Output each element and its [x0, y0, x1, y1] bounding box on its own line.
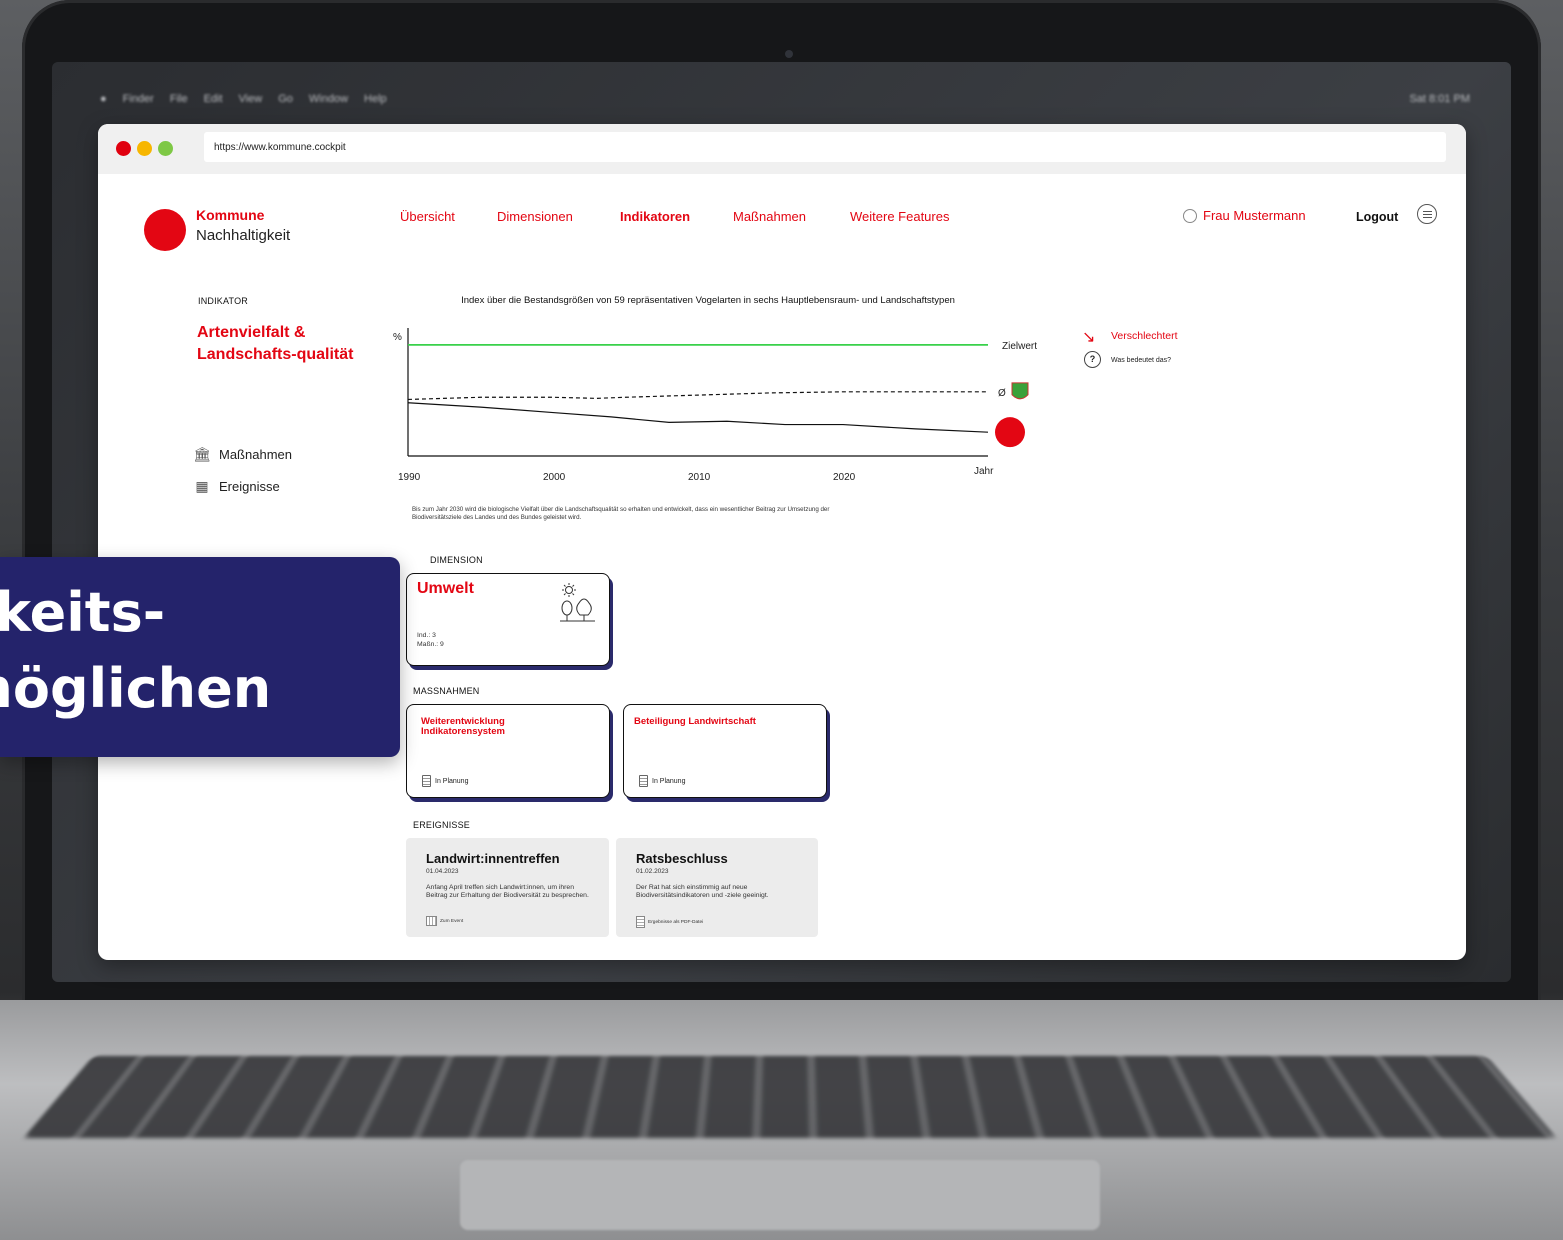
indicator-section-label: INDIKATOR: [198, 296, 248, 306]
x-tick-label: 1990: [398, 472, 421, 483]
event-link[interactable]: Zum Event: [426, 916, 463, 926]
indicator-description: Bis zum Jahr 2030 wird die biologische V…: [412, 506, 830, 521]
event-title: Landwirt:innentreffen: [426, 851, 560, 866]
clipboard-icon: [639, 775, 648, 787]
x-tick-label: 2010: [688, 472, 711, 483]
os-menu-item[interactable]: File: [170, 93, 188, 105]
os-menu-item[interactable]: Edit: [204, 93, 223, 105]
trend-down-arrow-icon: ↘: [1082, 329, 1096, 346]
institution-icon: 🏛: [193, 446, 211, 462]
event-link-label: Ergebnisse als PDF-Datei: [648, 919, 704, 925]
banner-line-2: rmöglichen: [0, 657, 272, 720]
x-axis-label: Jahr: [974, 466, 994, 477]
event-link-label: Zum Event: [440, 918, 464, 924]
help-icon[interactable]: ?: [1084, 351, 1101, 368]
dimension-measure-count: Maßn.: 9: [417, 641, 444, 648]
measure-card[interactable]: Beteiligung Landwirtschaft In Planung: [623, 704, 827, 798]
sidebar-link-massnahmen[interactable]: 🏛 Maßnahmen: [193, 446, 292, 462]
series-label-zielwert: Zielwert: [1002, 341, 1037, 352]
measure-status: In Planung: [422, 775, 468, 787]
event-card[interactable]: Ratsbeschluss 01.02.2023 Der Rat hat sic…: [616, 838, 818, 937]
event-date: 01.02.2023: [636, 868, 669, 875]
nav-weitere-features[interactable]: Weitere Features: [850, 209, 949, 224]
y-axis-label: %: [393, 332, 402, 343]
calendar-icon: ▦: [195, 478, 209, 494]
event-card[interactable]: Landwirt:innentreffen 01.04.2023 Anfang …: [406, 838, 609, 937]
trackpad: [460, 1160, 1100, 1230]
event-date: 01.04.2023: [426, 868, 459, 875]
user-icon: [1183, 208, 1197, 223]
os-menubar: ● Finder File Edit View Go Window Help S…: [100, 88, 1470, 110]
logo-icon[interactable]: [144, 209, 186, 251]
user-name: Frau Mustermann: [1203, 208, 1306, 223]
banner-line-1: igkeits-: [0, 581, 166, 644]
os-menu-item[interactable]: Help: [364, 93, 387, 105]
clipboard-icon: [422, 775, 431, 787]
x-tick-label: 2000: [543, 472, 566, 483]
os-menu-item[interactable]: View: [239, 93, 263, 105]
indicator-title: Artenvielfalt & Landschafts-qualität: [197, 324, 354, 363]
measure-status: In Planung: [639, 775, 685, 787]
measure-card[interactable]: Weiterentwicklung Indikatorensystem In P…: [406, 704, 610, 798]
x-tick-label: 2020: [833, 472, 856, 483]
series-line-2: [407, 402, 989, 433]
trend-status: Verschlechtert: [1111, 330, 1178, 342]
series-line-1: [407, 391, 988, 401]
measure-title: Weiterentwicklung Indikatorensystem: [421, 716, 505, 737]
event-title: Ratsbeschluss: [636, 851, 728, 866]
event-text: Der Rat hat sich einstimmig auf neue Bio…: [636, 884, 769, 900]
series-label-average: Ø: [998, 388, 1006, 399]
dimension-title: Umwelt: [417, 580, 474, 597]
current-value-marker: [995, 417, 1025, 448]
os-clock[interactable]: Sat 8:01 PM: [1409, 93, 1470, 105]
sidebar-link-label: Maßnahmen: [219, 446, 292, 462]
dimension-indicator-count: Ind.: 3: [417, 632, 436, 639]
measure-status-label: In Planung: [435, 777, 469, 785]
nrw-crest-icon: [1011, 382, 1029, 400]
measure-status-label: In Planung: [652, 777, 686, 785]
os-menu-item[interactable]: Go: [278, 93, 293, 105]
chart-title: Index über die Bestandsgrößen von 59 rep…: [461, 295, 955, 306]
logo-title[interactable]: Kommune: [196, 207, 264, 223]
minimize-window-button[interactable]: [137, 141, 152, 156]
banner-text: igkeits- rmöglichen: [0, 575, 400, 727]
nav-uebersicht[interactable]: Übersicht: [400, 209, 455, 224]
dimension-section-label: DIMENSION: [430, 555, 483, 565]
measure-title: Beteiligung Landwirtschaft: [634, 716, 756, 727]
camera: [785, 50, 793, 58]
logout-button[interactable]: Logout: [1356, 210, 1398, 224]
keyboard: [23, 1055, 1557, 1139]
dimension-card[interactable]: Umwelt Ind.: 3 Maßn.: 9: [406, 573, 610, 666]
events-section-label: EREIGNISSE: [413, 820, 471, 830]
event-link[interactable]: Ergebnisse als PDF-Datei: [636, 916, 703, 928]
measures-section-label: MASSNAHMEN: [413, 686, 480, 696]
event-text: Anfang April treffen sich Landwirt:innen…: [426, 884, 589, 900]
user-menu[interactable]: Frau Mustermann: [1183, 208, 1306, 223]
logo-subtitle[interactable]: Nachhaltigkeit: [196, 227, 290, 244]
browser-window: https://www.kommune.cockpit Kommune Nach…: [98, 124, 1466, 960]
indicator-chart: % Jahr 1990 2000 2010 2020 Zielwert Ø: [393, 328, 1037, 483]
nav-massnahmen[interactable]: Maßnahmen: [733, 209, 806, 224]
sidebar-link-ereignisse[interactable]: ▦ Ereignisse: [193, 478, 280, 494]
apple-icon[interactable]: ●: [100, 93, 107, 105]
promo-banner: igkeits- rmöglichen: [0, 557, 400, 757]
maximize-window-button[interactable]: [158, 141, 173, 156]
close-window-button[interactable]: [116, 141, 131, 156]
nav-indikatoren[interactable]: Indikatoren: [620, 209, 690, 224]
calendar-icon: [426, 916, 437, 926]
trees-sun-icon: [560, 583, 595, 622]
hamburger-menu-icon[interactable]: [1417, 204, 1437, 224]
os-menu-item[interactable]: Window: [309, 93, 348, 105]
document-icon: [636, 916, 645, 928]
nav-dimensionen[interactable]: Dimensionen: [497, 209, 573, 224]
os-menu-item[interactable]: Finder: [123, 93, 154, 105]
sidebar-link-label: Ereignisse: [219, 478, 280, 494]
help-link[interactable]: Was bedeutet das?: [1111, 357, 1171, 364]
url-bar[interactable]: https://www.kommune.cockpit: [204, 132, 1446, 162]
browser-toolbar: https://www.kommune.cockpit: [98, 124, 1466, 174]
